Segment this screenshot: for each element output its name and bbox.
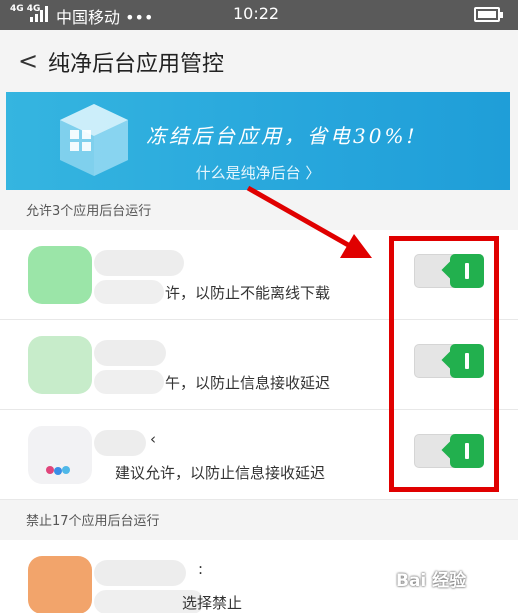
page-title: 纯净后台应用管控 (48, 52, 225, 77)
banner-slogan: 冻结后台应用，省电30%! (146, 124, 418, 148)
app-name: : (198, 560, 204, 578)
blurred-app-name (94, 340, 166, 366)
status-bar: 4G 4G 中国移动 ••• 10:22 (0, 0, 518, 30)
blurred-app-name (94, 430, 146, 456)
blurred-text (94, 370, 164, 394)
what-is-pure-background-link[interactable]: 什么是纯净后台 〉 (6, 162, 510, 183)
allowed-section-header: 允许3个应用后台运行 (0, 194, 518, 230)
blurred-app-name (94, 560, 186, 586)
app-name: ‹ (150, 430, 156, 448)
app-desc: 午，以防止信息接收延迟 (165, 374, 331, 392)
app-desc: 建议允许，以防止信息接收延迟 (115, 464, 326, 482)
app-icon (28, 426, 92, 484)
nav-bar: < 纯净后台应用管控 (0, 30, 518, 92)
chevron-left-icon[interactable]: < (18, 48, 38, 74)
app-desc: 许，以防止不能离线下载 (165, 284, 331, 302)
annotation-highlight-box (389, 236, 499, 492)
baidu-watermark: Bai 经验 (396, 571, 467, 591)
app-icon (28, 556, 92, 613)
blurred-app-name (94, 250, 184, 276)
blocked-section-header: 禁止17个应用后台运行 (0, 504, 518, 540)
promo-banner[interactable]: 冻结后台应用，省电30%! 什么是纯净后台 〉 (6, 92, 510, 190)
app-desc: 选择禁止 (182, 594, 243, 612)
blurred-text (94, 280, 164, 304)
app-icon (28, 246, 92, 304)
app-icon (28, 336, 92, 394)
battery-icon (474, 7, 503, 22)
signal-icon (30, 6, 50, 22)
carrier-name: 中国移动 ••• (56, 8, 154, 27)
clock: 10:22 (233, 4, 280, 23)
